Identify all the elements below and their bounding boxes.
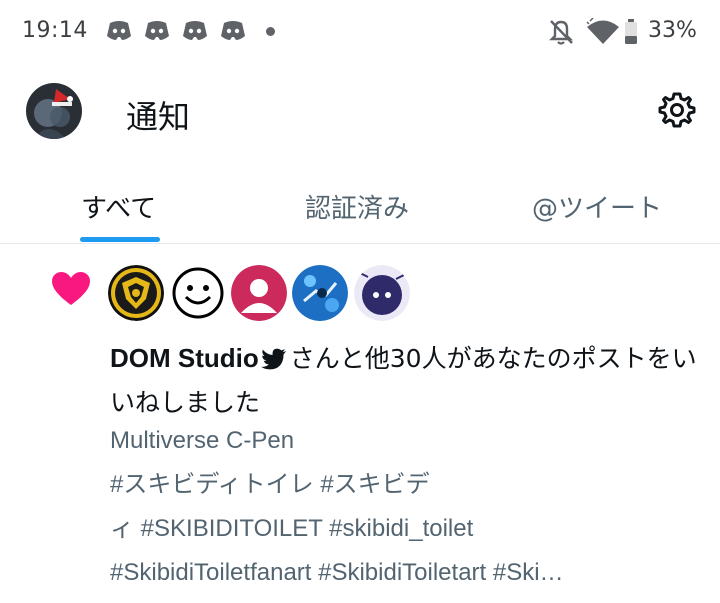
post-preview[interactable]: Multiverse C-Pen #スキビディトイレ #スキビデ ィ #SKIB… xyxy=(110,419,705,595)
tab-all[interactable]: すべて xyxy=(81,188,156,225)
post-hashtags: #スキビディトイレ #スキビデ xyxy=(110,471,430,498)
page-title: 通知 xyxy=(126,98,191,136)
status-time: 19:14 xyxy=(22,18,88,43)
twitter-bird-icon xyxy=(260,348,286,370)
status-bar: 19:14 33% xyxy=(0,0,720,64)
post-hashtags: #SkibidiToiletfanart #SkibidiToiletart #… xyxy=(110,559,564,586)
liker-avatar[interactable] xyxy=(354,265,410,321)
app-header: 通知 xyxy=(0,64,720,160)
post-title: Multiverse C-Pen xyxy=(110,427,295,454)
active-tab-indicator xyxy=(80,237,160,242)
post-hashtags: ィ #SKIBIDITOILET #skibidi_toilet xyxy=(110,515,474,542)
liker-avatar[interactable] xyxy=(231,265,287,321)
discord-icon xyxy=(107,21,131,40)
tab-verified[interactable]: 認証済み xyxy=(305,188,409,225)
liker-avatar[interactable] xyxy=(108,265,164,321)
discord-icon xyxy=(183,21,207,40)
liker-avatar[interactable] xyxy=(170,265,226,321)
more-notifications-dot xyxy=(266,27,275,36)
wifi-icon xyxy=(586,18,619,44)
liker-avatar[interactable] xyxy=(292,265,348,321)
settings-gear-icon[interactable] xyxy=(658,91,696,129)
discord-icon xyxy=(145,21,169,40)
notifications-off-icon xyxy=(549,20,573,45)
discord-icon xyxy=(221,21,245,40)
battery-icon xyxy=(625,19,637,44)
actor-name[interactable]: DOM Studio xyxy=(110,343,259,373)
battery-percent: 33% xyxy=(648,18,697,43)
tab-mentions[interactable]: @ツイート xyxy=(532,188,662,225)
profile-avatar[interactable] xyxy=(26,83,82,139)
heart-icon xyxy=(52,272,90,305)
like-notification[interactable]: DOM Studio さんと他30人があなたのポストをいいねしました Multiv… xyxy=(0,244,720,603)
notification-text: DOM Studio さんと他30人があなたのポストをいいねしました xyxy=(110,336,700,425)
tab-bar: すべて 認証済み @ツイート xyxy=(0,160,720,244)
